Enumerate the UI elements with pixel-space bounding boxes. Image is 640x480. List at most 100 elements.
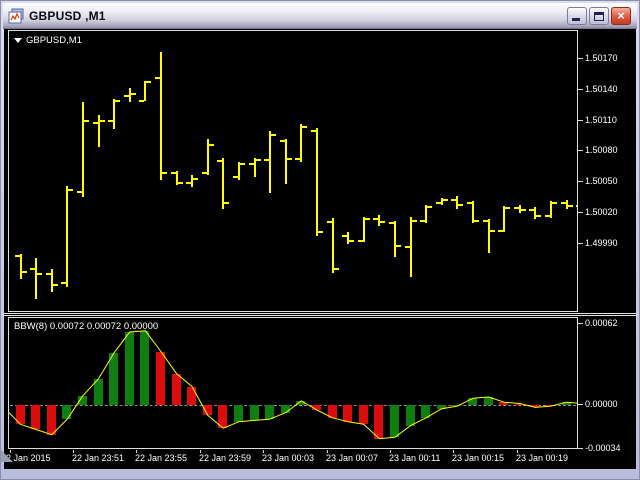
ohlc-bar-range xyxy=(129,88,131,102)
ohlc-bar-range xyxy=(144,81,146,101)
price-axis-tick xyxy=(578,212,583,213)
maximize-button[interactable] xyxy=(589,7,609,25)
ohlc-open-tick xyxy=(264,159,269,161)
ohlc-open-tick xyxy=(186,182,191,184)
ohlc-bar-range xyxy=(191,175,193,187)
window-title: GBPUSD ,M1 xyxy=(29,9,106,23)
price-axis-tick xyxy=(578,120,583,121)
ohlc-open-tick xyxy=(108,120,113,122)
ohlc-close-tick xyxy=(521,209,526,211)
price-axis-label: 1.50020 xyxy=(585,207,618,217)
price-axis-label: 1.49990 xyxy=(585,238,618,248)
ohlc-close-tick xyxy=(490,230,495,232)
ohlc-open-tick xyxy=(483,220,488,222)
ohlc-bar-range xyxy=(51,269,53,293)
indicator-axis-tick xyxy=(578,448,583,449)
ohlc-close-tick xyxy=(396,245,401,247)
ohlc-close-tick xyxy=(37,273,42,275)
scroll-marker-icon xyxy=(1,450,13,462)
ohlc-bar-range xyxy=(394,221,396,257)
price-axis-tick xyxy=(578,89,583,90)
time-axis-label: 23 Jan 00:03 xyxy=(262,453,314,463)
maximize-icon xyxy=(594,12,604,21)
ohlc-close-tick xyxy=(271,134,276,136)
price-axis-label: 1.50080 xyxy=(585,145,618,155)
time-axis-label: 23 Jan 00:11 xyxy=(389,453,440,463)
ohlc-close-tick xyxy=(100,120,105,122)
ohlc-open-tick xyxy=(202,172,207,174)
ohlc-open-tick xyxy=(295,158,300,160)
indicator-axis-label: 0.00062 xyxy=(585,318,618,328)
ohlc-close-tick xyxy=(318,231,323,233)
ohlc-open-tick xyxy=(436,202,441,204)
ohlc-close-tick xyxy=(349,240,354,242)
ohlc-close-tick xyxy=(443,199,448,201)
ohlc-close-tick xyxy=(568,205,573,207)
ohlc-close-tick xyxy=(209,144,214,146)
dropdown-arrow-icon xyxy=(14,38,22,43)
chart-window-icon[interactable] xyxy=(8,8,24,24)
price-axis-label: 1.50140 xyxy=(585,84,618,94)
ohlc-open-tick xyxy=(171,172,176,174)
ohlc-open-tick xyxy=(61,282,66,284)
close-button[interactable]: × xyxy=(611,7,631,25)
ohlc-close-tick xyxy=(552,202,557,204)
ohlc-close-tick xyxy=(505,207,510,209)
time-axis-label: 22 Jan 23:55 xyxy=(135,453,187,463)
ohlc-bar-range xyxy=(113,99,115,129)
indicator-axis-tick xyxy=(578,323,583,324)
ohlc-open-tick xyxy=(514,207,519,209)
price-axis-tick xyxy=(578,243,583,244)
ohlc-bar-range xyxy=(456,196,458,209)
ohlc-bar-range xyxy=(534,207,536,219)
price-axis-tick xyxy=(578,181,583,182)
ohlc-close-tick xyxy=(256,159,261,161)
ohlc-close-tick xyxy=(131,93,136,95)
ohlc-open-tick xyxy=(545,215,550,217)
ohlc-open-tick xyxy=(155,77,160,79)
ohlc-open-tick xyxy=(93,122,98,124)
ohlc-open-tick xyxy=(342,235,347,237)
panel-splitter[interactable] xyxy=(3,313,637,314)
time-axis-label: 23 Jan 00:07 xyxy=(326,453,378,463)
bbw-line xyxy=(9,318,578,449)
ohlc-open-tick xyxy=(30,268,35,270)
ohlc-open-tick xyxy=(373,218,378,220)
indicator-axis-label: -0.00034 xyxy=(585,443,621,453)
ohlc-close-tick xyxy=(240,163,245,165)
symbol-period-text: GBPUSD,M1 xyxy=(26,35,82,46)
minimize-icon xyxy=(572,18,580,21)
main-chart-panel[interactable]: GBPUSD,M1 xyxy=(8,30,578,312)
price-axis-tick xyxy=(578,58,583,59)
indicator-axis-tick xyxy=(578,404,583,405)
ohlc-open-tick xyxy=(467,202,472,204)
ohlc-open-tick xyxy=(77,191,82,193)
time-axis-label: 22 Jan 23:51 xyxy=(72,453,124,463)
ohlc-open-tick xyxy=(124,95,129,97)
ohlc-close-tick xyxy=(458,204,463,206)
ohlc-close-tick xyxy=(162,172,167,174)
ohlc-close-tick xyxy=(302,126,307,128)
price-axis-label: 1.50170 xyxy=(585,53,618,63)
ohlc-open-tick xyxy=(327,221,332,223)
ohlc-close-tick xyxy=(84,120,89,122)
ohlc-open-tick xyxy=(561,202,566,204)
ohlc-bar-range xyxy=(378,215,380,225)
ohlc-close-tick xyxy=(536,215,541,217)
time-axis-label: 22 Jan 23:59 xyxy=(199,453,251,463)
ohlc-bar-range xyxy=(363,217,365,242)
time-axis-label: 23 Jan 00:15 xyxy=(452,453,504,463)
ohlc-bar-range xyxy=(160,52,162,181)
ohlc-close-tick xyxy=(224,202,229,204)
ohlc-bar-range xyxy=(316,128,318,236)
title-bar[interactable]: GBPUSD ,M1 × xyxy=(3,3,637,29)
indicator-panel[interactable]: BBW(8) 0.00072 0.00072 0.00000 xyxy=(8,317,578,449)
symbol-period-label[interactable]: GBPUSD,M1 xyxy=(14,35,82,46)
ohlc-open-tick xyxy=(311,130,316,132)
minimize-button[interactable] xyxy=(567,7,587,25)
ohlc-open-tick xyxy=(389,222,394,224)
ohlc-bar-range xyxy=(300,124,302,162)
panel-splitter-line xyxy=(3,315,637,316)
ohlc-open-tick xyxy=(405,246,410,248)
time-axis-label: 23 Jan 00:19 xyxy=(516,453,568,463)
